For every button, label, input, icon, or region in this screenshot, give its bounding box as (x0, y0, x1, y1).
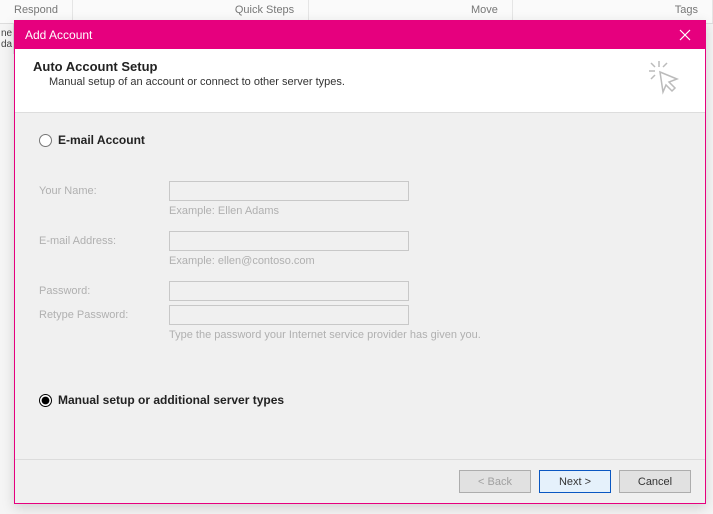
password-hint: Type the password your Internet service … (169, 329, 681, 341)
radio-manual-setup-label: Manual setup or additional server types (58, 393, 284, 407)
password-input (169, 281, 409, 301)
close-icon (679, 29, 691, 41)
retype-password-label: Retype Password: (39, 309, 169, 321)
email-hint: Example: ellen@contoso.com (169, 255, 681, 267)
header-title: Auto Account Setup (33, 59, 647, 74)
email-label: E-mail Address: (39, 235, 169, 247)
retype-password-input (169, 305, 409, 325)
close-button[interactable] (665, 21, 705, 49)
radio-email-account[interactable]: E-mail Account (39, 133, 681, 147)
dialog-footer: < Back Next > Cancel (15, 459, 705, 503)
dialog-header: Auto Account Setup Manual setup of an ac… (15, 49, 705, 113)
password-label: Password: (39, 285, 169, 297)
back-button: < Back (459, 470, 531, 493)
cursor-click-icon (647, 59, 687, 98)
background-left-fragment: ne da (0, 24, 14, 54)
radio-manual-setup-input[interactable] (39, 394, 52, 407)
radio-email-account-input[interactable] (39, 134, 52, 147)
dialog-body: E-mail Account Your Name: Example: Ellen… (15, 113, 705, 459)
radio-manual-setup[interactable]: Manual setup or additional server types (39, 393, 681, 407)
cancel-button[interactable]: Cancel (619, 470, 691, 493)
dialog-titlebar: Add Account (15, 21, 705, 49)
dialog-title: Add Account (25, 28, 665, 42)
email-input (169, 231, 409, 251)
your-name-hint: Example: Ellen Adams (169, 205, 681, 217)
email-form-area: Your Name: Example: Ellen Adams E-mail A… (39, 155, 681, 357)
your-name-input (169, 181, 409, 201)
radio-email-account-label: E-mail Account (58, 133, 145, 147)
header-subtitle: Manual setup of an account or connect to… (33, 74, 647, 88)
next-button[interactable]: Next > (539, 470, 611, 493)
add-account-dialog: Add Account Auto Account Setup Manual se… (14, 20, 706, 504)
your-name-label: Your Name: (39, 185, 169, 197)
